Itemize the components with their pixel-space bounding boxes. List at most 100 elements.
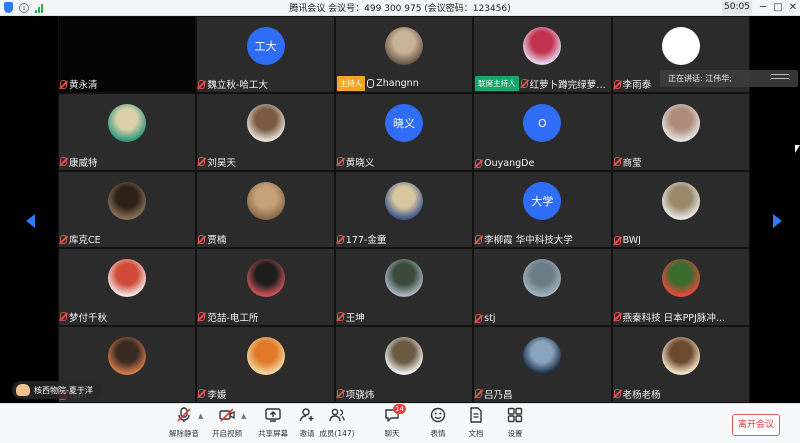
participant-tile[interactable]: 黄永清 [58, 16, 197, 94]
participant-avatar [384, 336, 423, 375]
participant-tile[interactable]: 李媛 [196, 325, 335, 403]
settings-button[interactable]: 设置 [495, 407, 535, 439]
mic-muted-icon [198, 79, 206, 89]
participant-avatar [246, 336, 285, 375]
mic-muted-icon [336, 389, 344, 399]
participant-tile[interactable]: 工大 魏立秋-哈工大 [196, 16, 335, 94]
participant-avatar [108, 259, 147, 298]
participant-grid: 黄永清 工大 魏立秋-哈工大 主持人 Zhangnn 联席主持人 红萝卜蹲完绿萝卜... 李雨… [58, 16, 750, 403]
unmute-label: 解除静音 [169, 429, 199, 438]
docs-button[interactable]: 文档 [456, 407, 496, 439]
participant-name: 李媛 [207, 389, 227, 401]
participant-nameplate: 李柳霞 华中科技大学 [475, 232, 573, 246]
participant-tile[interactable]: 大学李柳霞 华中科技大学 [473, 170, 612, 249]
share-screen-icon [265, 407, 281, 423]
participant-tile[interactable]: 库克CE [58, 170, 197, 249]
mic-muted-icon [475, 158, 483, 168]
participant-name: 王坤 [345, 312, 365, 324]
participant-avatar [661, 104, 700, 143]
video-label: 开启视频 [212, 429, 242, 438]
next-page-icon[interactable] [773, 214, 782, 228]
participant-avatar [384, 259, 423, 298]
participant-avatar [384, 27, 423, 65]
participant-nameplate: 老杨老杨 [613, 387, 661, 401]
active-speaker-banner: 正在讲话: 江伟华; [660, 70, 798, 87]
participant-name: 红萝卜蹲完绿萝卜... [529, 79, 612, 91]
title-bar: i 腾讯会议 会议号：499 300 975 (会议密码：123456) 50:… [0, 0, 800, 16]
mouse-cursor-icon [795, 145, 800, 153]
participant-nameplate: 李雨泰 [613, 77, 652, 92]
participant-tile[interactable]: 主持人 Zhangnn [334, 16, 474, 94]
participant-nameplate: 库克CE [60, 232, 101, 246]
participant-tile[interactable]: 燕秦科技 日本PPJ脉冲... [611, 248, 750, 326]
mic-muted-icon [475, 234, 483, 244]
participant-nameplate: 康威特 [60, 155, 98, 169]
chat-button[interactable]: 14 聊天 [372, 404, 412, 439]
participant-tile[interactable]: stj [473, 248, 612, 326]
participant-nameplate: 贾楠 [198, 232, 226, 246]
participant-tile[interactable]: 梦付千秋 [58, 248, 197, 326]
participant-tile[interactable]: 177-金童 [334, 170, 474, 249]
participant-tile[interactable]: 贾楠 [196, 170, 335, 249]
video-off-icon [219, 407, 235, 423]
participant-nameplate: 黄永清 [60, 77, 98, 91]
participant-tile[interactable]: 商莹 [611, 93, 750, 171]
close-button[interactable]: ✕ [786, 1, 800, 14]
participant-nameplate: 李媛 [198, 387, 226, 401]
participant-tile[interactable]: 康威特 [58, 93, 197, 171]
participant-nameplate: 商莹 [613, 155, 642, 169]
participant-avatar [108, 336, 147, 375]
chevron-up-icon[interactable]: ▲ [241, 412, 246, 420]
participant-tile[interactable]: 范喆-电工所 [196, 248, 335, 326]
participant-tile[interactable]: 刘昊天 [196, 93, 335, 171]
participant-name: 项骁炜 [345, 389, 375, 401]
raised-hand-toast[interactable]: 核西物院-夏于洋 [12, 381, 101, 399]
participant-tile[interactable]: 联席主持人 红萝卜蹲完绿萝卜... [473, 16, 612, 94]
participant-name: BWJ [622, 235, 641, 247]
participant-avatar [246, 104, 285, 143]
chevron-up-icon[interactable]: ▲ [198, 412, 203, 420]
participant-name: 黄永清 [69, 80, 98, 92]
participant-name: 黄晓义 [345, 157, 375, 169]
mic-muted-icon [613, 236, 621, 246]
participant-name: 李柳霞 华中科技大学 [484, 235, 573, 247]
participant-avatar: 晓义 [384, 104, 423, 143]
prev-page-icon[interactable] [26, 214, 35, 228]
maximize-button[interactable]: □ [771, 1, 785, 14]
mic-icon [367, 79, 375, 89]
participant-tile[interactable]: 王坤 [334, 248, 474, 326]
drag-handle-icon[interactable] [770, 73, 790, 83]
minimize-button[interactable]: ─ [756, 1, 770, 14]
participant-name: 李雨泰 [622, 80, 652, 92]
participant-nameplate: 王坤 [336, 310, 365, 324]
participant-avatar [384, 181, 423, 220]
docs-label: 文档 [468, 429, 484, 438]
participant-name: 范喆-电工所 [207, 312, 259, 324]
participant-tile[interactable]: 吕乃昌 [473, 325, 612, 403]
participant-avatar: 大学 [523, 181, 562, 220]
participant-tile[interactable]: 晓义黄晓义 [334, 93, 474, 171]
emoji-label: 表情 [430, 429, 446, 438]
participant-name: 梦付千秋 [69, 312, 108, 324]
participant-tile[interactable]: 项骁炜 [334, 325, 474, 403]
participant-tile[interactable]: O OuyangDe [473, 93, 612, 171]
leave-meeting-button[interactable]: 离开会议 [732, 414, 780, 436]
participant-avatar [246, 181, 285, 220]
participant-nameplate: 主持人 Zhangnn [336, 76, 419, 92]
emoji-button[interactable]: 表情 [418, 407, 458, 439]
mic-muted-icon [60, 157, 67, 167]
chat-icon: 14 [384, 404, 406, 423]
meeting-timer: 50:05 [722, 1, 752, 14]
meeting-toolbar: 解除静音 ▲ 开启视频 ▲ 共享屏幕 邀请 成员(147) 14 聊天 表情 文档 设置 离开会议 [0, 403, 800, 443]
meeting-title: 腾讯会议 会议号：499 300 975 (会议密码：123456) [289, 4, 511, 14]
raised-hand-name: 核西物院-夏于洋 [34, 385, 93, 395]
mic-muted-icon [613, 389, 621, 399]
participant-nameplate: 黄晓义 [336, 155, 375, 169]
members-button[interactable]: 成员(147) [317, 407, 357, 439]
participant-avatar [246, 259, 285, 298]
participant-tile[interactable]: 老杨老杨 [611, 325, 750, 403]
participant-tile[interactable]: BWJ [611, 170, 750, 249]
share-label: 共享屏幕 [258, 429, 288, 438]
participant-name: 贾楠 [207, 235, 227, 247]
participant-nameplate: 范喆-电工所 [198, 310, 258, 324]
